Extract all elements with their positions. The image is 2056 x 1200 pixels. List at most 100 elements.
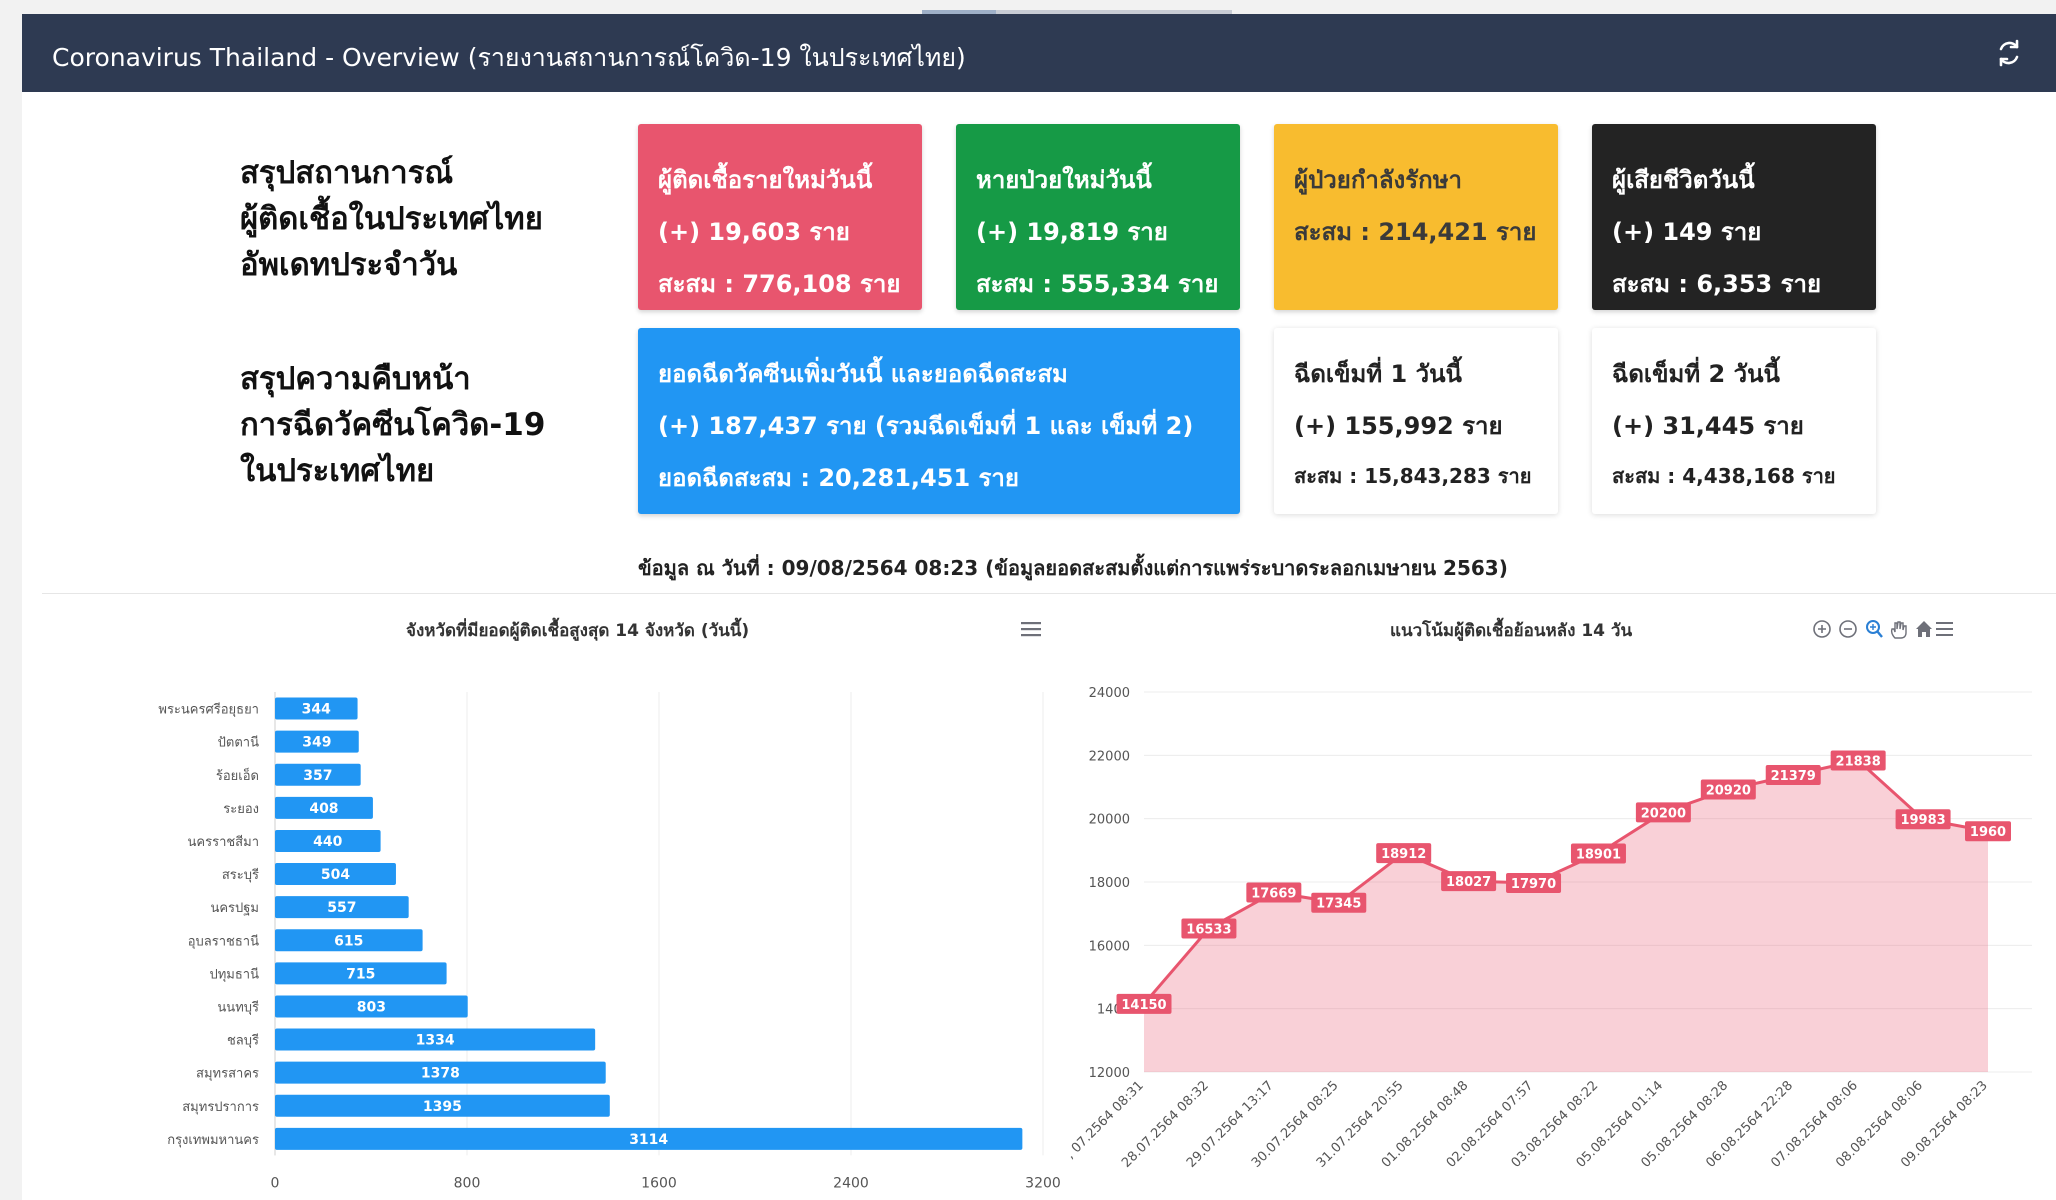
card-total: สะสม : 15,843,283 ราย [1294, 464, 1532, 488]
vaccine-section-label: สรุปความคืบหน้า การฉีดวัคซีนโควิด-19 ในป… [240, 356, 545, 494]
card-title: ฉีดเข็มที่ 1 วันนี้ [1294, 360, 1462, 388]
zoom-in-icon[interactable] [1813, 620, 1831, 638]
y-tick-label: 24000 [1089, 686, 1130, 701]
vaccine-label-line: ในประเทศไทย [240, 453, 435, 489]
area-chart-menu-icon[interactable] [1936, 622, 1953, 636]
bar-chart: 0 800 1600 2400 3200 พระนครศรีอยุธยา 344 ปัตตาน… [158, 692, 1061, 1191]
card-title: ยอดฉีดวัคซีนเพิ่มวันนี้ และยอดฉีดสะสม [658, 360, 1068, 388]
dashboard-page: Coronavirus Thailand - Overview (รายงานส… [22, 14, 2056, 1200]
page-title: Coronavirus Thailand - Overview (รายงานส… [52, 43, 966, 72]
summary-label-line: ผู้ติดเชื้อในประเทศไทย [240, 201, 543, 237]
data-label: 349 [302, 735, 331, 751]
data-label: 14150 [1121, 998, 1166, 1013]
data-label: 17970 [1511, 877, 1556, 892]
data-label: 20920 [1706, 784, 1751, 799]
data-label: 803 [357, 999, 386, 1015]
data-label: 18912 [1381, 847, 1426, 862]
data-label: 16533 [1186, 922, 1231, 937]
data-label: 17345 [1316, 897, 1361, 912]
in-treatment-card: ผู้ป่วยกำลังรักษา สะสม : 214,421 ราย [1274, 124, 1558, 310]
summary-label-line: สรุปสถานการณ์ [240, 155, 454, 191]
dose1-card: ฉีดเข็มที่ 1 วันนี้ (+) 155,992 ราย สะสม… [1274, 328, 1558, 514]
zoom-search-icon[interactable] [1866, 620, 1883, 638]
card-total: สะสม : 4,438,168 ราย [1612, 464, 1836, 488]
data-label: 557 [327, 900, 356, 916]
data-label: 1378 [421, 1066, 460, 1082]
y-tick-label: ระยอง [223, 802, 259, 817]
x-tick-label: 800 [454, 1175, 481, 1191]
data-label: 615 [334, 933, 363, 949]
data-label: 344 [302, 702, 331, 718]
area-chart-title: แนวโน้มผู้ติดเชื้อย้อนหลัง 14 วัน [1390, 621, 1633, 641]
data-label: 20200 [1641, 806, 1686, 821]
card-total: สะสม : 214,421 ราย [1294, 218, 1537, 246]
summary-label-line: อัพเดทประจำวัน [240, 247, 458, 283]
y-tick-label: สระบุรี [222, 867, 259, 883]
y-tick-label: ปัตตานี [218, 735, 259, 751]
y-tick-label: สมุทรปราการ [182, 1100, 259, 1115]
new-cases-card: ผู้ติดเชื้อรายใหม่วันนี้ (+) 19,603 ราย … [638, 124, 922, 310]
card-value: (+) 19,819 ราย [976, 218, 1168, 246]
data-label: 21379 [1771, 769, 1816, 784]
refresh-icon[interactable] [1992, 36, 2026, 70]
y-tick-label: นครราชสีมา [188, 834, 259, 850]
data-label: 408 [309, 801, 338, 817]
card-title: หายป่วยใหม่วันนี้ [976, 166, 1152, 194]
y-tick-label: 12000 [1089, 1066, 1130, 1081]
card-value: (+) 155,992 ราย [1294, 412, 1503, 440]
data-label: 504 [321, 867, 350, 883]
card-total: ยอดฉีดสะสม : 20,281,451 ราย [658, 464, 1019, 492]
pan-hand-icon[interactable] [1890, 621, 1907, 639]
area-chart: 1200014001600018000200002200024000141501… [1063, 686, 2032, 1171]
y-tick-label: อุบลราชธานี [188, 933, 259, 949]
chart-toolbar [1812, 618, 1954, 640]
y-tick-label: กรุงเทพมหานคร [167, 1133, 259, 1148]
deaths-card: ผู้เสียชีวิตวันนี้ (+) 149 ราย สะสม : 6,… [1592, 124, 1876, 310]
y-tick-label: 20000 [1089, 813, 1130, 828]
data-label: 1960 [1970, 825, 2006, 840]
card-value: (+) 31,445 ราย [1612, 412, 1804, 440]
data-label: 18027 [1446, 875, 1491, 890]
y-tick-label: ร้อยเอ็ด [216, 766, 259, 784]
header-bar: Coronavirus Thailand - Overview (รายงานส… [22, 14, 2056, 92]
y-tick-label: ชลบุรี [227, 1033, 259, 1049]
y-tick-label: ปทุมธานี [209, 966, 259, 982]
card-value: (+) 149 ราย [1612, 218, 1762, 246]
data-label: 440 [313, 834, 342, 850]
y-tick-label: 16000 [1089, 939, 1130, 954]
y-tick-label: สมุทรสาคร [196, 1067, 259, 1082]
dose2-card: ฉีดเข็มที่ 2 วันนี้ (+) 31,445 ราย สะสม … [1592, 328, 1876, 514]
card-title: ผู้เสียชีวิตวันนี้ [1612, 166, 1755, 194]
y-tick-label: 22000 [1089, 749, 1130, 764]
browser-top-strip [22, 0, 2056, 14]
data-label: 17669 [1251, 886, 1296, 901]
data-label: 357 [303, 768, 332, 784]
vaccine-total-card: ยอดฉีดวัคซีนเพิ่มวันนี้ และยอดฉีดสะสม (+… [638, 328, 1240, 514]
data-label: 21838 [1836, 754, 1881, 769]
card-total: สะสม : 555,334 ราย [976, 270, 1219, 298]
data-label: 715 [346, 966, 375, 982]
card-title: ฉีดเข็มที่ 2 วันนี้ [1612, 360, 1780, 388]
recovered-card: หายป่วยใหม่วันนี้ (+) 19,819 ราย สะสม : … [956, 124, 1240, 310]
data-label: 3114 [629, 1132, 668, 1148]
data-label: 1395 [423, 1099, 462, 1115]
card-title: ผู้ติดเชื้อรายใหม่วันนี้ [658, 166, 873, 194]
y-tick-label: นนทบุรี [217, 999, 259, 1015]
x-tick-label: 0 [271, 1175, 280, 1191]
bar-chart-menu-icon[interactable] [1020, 620, 1042, 642]
vaccine-label-line: การฉีดวัคซีนโควิด-19 [240, 407, 546, 443]
x-tick-label: 1600 [641, 1175, 677, 1191]
bar-chart-title: จังหวัดที่มียอดผู้ติดเชื้อสูงสุด 14 จังห… [406, 621, 750, 641]
y-tick-label: พระนครศรีอยุธยา [158, 702, 259, 718]
card-value: (+) 19,603 ราย [658, 218, 850, 246]
data-timestamp-note: ข้อมูล ณ วันที่ : 09/08/2564 08:23 (ข้อม… [638, 556, 1508, 580]
x-tick-label: 2400 [833, 1175, 869, 1191]
y-tick-label: นครปฐม [210, 901, 259, 916]
data-label: 19983 [1900, 813, 1945, 828]
home-icon[interactable] [1916, 621, 1932, 637]
y-tick-label: 18000 [1089, 876, 1130, 891]
card-total: สะสม : 776,108 ราย [658, 270, 901, 298]
card-value: (+) 187,437 ราย (รวมฉีดเข็มที่ 1 และ เข็… [658, 412, 1194, 440]
zoom-out-icon[interactable] [1839, 620, 1857, 638]
data-label: 18901 [1576, 847, 1621, 862]
